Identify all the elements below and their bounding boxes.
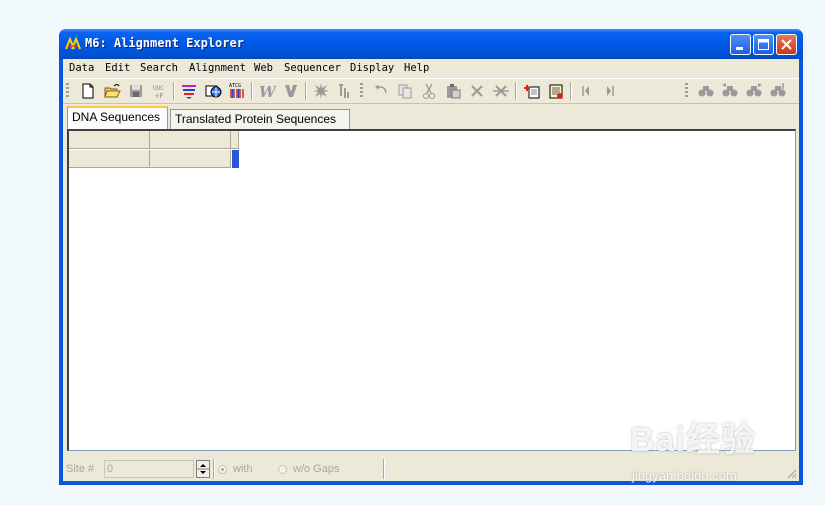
copy-icon [398,84,412,99]
menu-web[interactable]: Web [254,62,273,74]
window-title: M6: Alignment Explorer [85,36,244,50]
site-number-label: Site # [66,463,95,475]
with-gaps-radio[interactable] [218,465,227,474]
find-motif-button[interactable] [769,82,787,100]
scroll-left-button[interactable] [577,82,595,100]
alignment-grid[interactable] [67,129,796,451]
grid-cursor[interactable] [232,150,239,168]
without-gaps-radio[interactable] [278,465,287,474]
resize-grip-icon[interactable] [785,467,797,479]
grid-header-cell [69,131,150,149]
status-bar: Site # with w/o Gaps [63,457,799,481]
svg-text:W: W [259,83,276,100]
new-document-icon [82,83,94,99]
menu-help[interactable]: Help [404,62,429,74]
menu-alignment[interactable]: Alignment [189,62,246,74]
client-area: Data Edit Search Alignment Web Sequencer… [63,59,799,481]
translate-codon-icon: UUC+F [153,85,164,100]
maximize-button[interactable] [753,34,774,55]
add-file-icon [549,84,563,99]
menu-data[interactable]: Data [69,62,94,74]
muscle-icon [285,85,297,97]
site-number-spinner[interactable] [196,460,210,478]
tab-translated-protein-sequences[interactable]: Translated Protein Sequences [170,109,350,129]
svg-text:ATCG: ATCG [229,83,241,89]
add-sequence-button[interactable] [523,82,541,100]
align-sequences-button[interactable] [180,82,198,100]
undo-button[interactable] [372,82,390,100]
find-button[interactable] [697,82,715,100]
find-next-icon [746,83,762,97]
with-gaps-label: with [233,463,253,475]
toolbar-grip[interactable] [66,83,69,99]
delete-gap-button[interactable] [492,82,510,100]
cut-button[interactable] [420,82,438,100]
minimize-icon [736,47,743,50]
grid-header-cell [231,131,239,149]
grid-header-cell [150,131,231,149]
cut-icon [423,83,435,99]
mark-site-icon [313,83,329,99]
delete-icon [471,85,483,97]
genbank-query-icon: ATCG [229,83,244,98]
trace-button[interactable] [336,82,354,100]
mega-app-icon [65,37,81,50]
find-motif-icon [770,83,786,97]
close-icon [781,39,792,50]
open-folder-button[interactable] [103,82,121,100]
spinner-arrows-icon [197,464,209,474]
undo-icon [375,85,387,94]
save-button[interactable] [127,82,145,100]
add-file-button[interactable] [547,82,565,100]
grid-row-header[interactable] [150,150,231,168]
save-icon [130,85,142,97]
toolbar: UUC +F ATCG W [63,78,799,104]
align-sequences-icon [182,85,196,99]
title-bar[interactable]: M6: Alignment Explorer [59,29,803,59]
translate-codon-button[interactable]: UUC +F [151,82,169,100]
trace-icon [339,84,349,98]
maximize-icon [758,39,769,50]
find-previous-button[interactable] [721,82,739,100]
delete-gap-icon [493,85,509,97]
menu-display[interactable]: Display [350,62,394,74]
weight-icon: W [259,83,276,100]
tab-strip: DNA Sequences Translated Protein Sequenc… [63,105,799,129]
weight-button[interactable]: W [258,82,276,100]
menu-bar: Data Edit Search Alignment Web Sequencer… [63,59,799,78]
mark-site-button[interactable] [312,82,330,100]
paste-icon [447,84,461,99]
alignment-explorer-window: M6: Alignment Explorer Data Edit Search … [59,29,803,485]
menu-edit[interactable]: Edit [105,62,130,74]
scroll-left-icon [582,86,589,96]
find-next-button[interactable] [745,82,763,100]
site-number-input[interactable] [104,460,194,478]
scroll-right-button[interactable] [601,82,619,100]
muscle-button[interactable] [282,82,300,100]
new-document-button[interactable] [79,82,97,100]
tab-dna-sequences[interactable]: DNA Sequences [67,106,168,129]
minimize-button[interactable] [730,34,751,55]
close-button[interactable] [776,34,797,55]
svg-text:UUC: UUC [153,85,164,92]
add-sequence-icon [524,85,540,99]
web-browser-button[interactable] [204,82,222,100]
find-previous-icon [722,83,738,97]
web-browser-icon [205,85,222,98]
scroll-right-icon [607,86,614,96]
svg-text:+F: +F [155,92,163,100]
genbank-query-button[interactable]: ATCG [228,82,246,100]
copy-button[interactable] [396,82,414,100]
paste-button[interactable] [444,82,462,100]
grid-row-header[interactable] [69,150,150,168]
menu-sequencer[interactable]: Sequencer [284,62,341,74]
menu-search[interactable]: Search [140,62,178,74]
find-icon [698,86,714,97]
without-gaps-label: w/o Gaps [293,463,340,475]
delete-button[interactable] [468,82,486,100]
open-folder-icon [104,84,121,98]
